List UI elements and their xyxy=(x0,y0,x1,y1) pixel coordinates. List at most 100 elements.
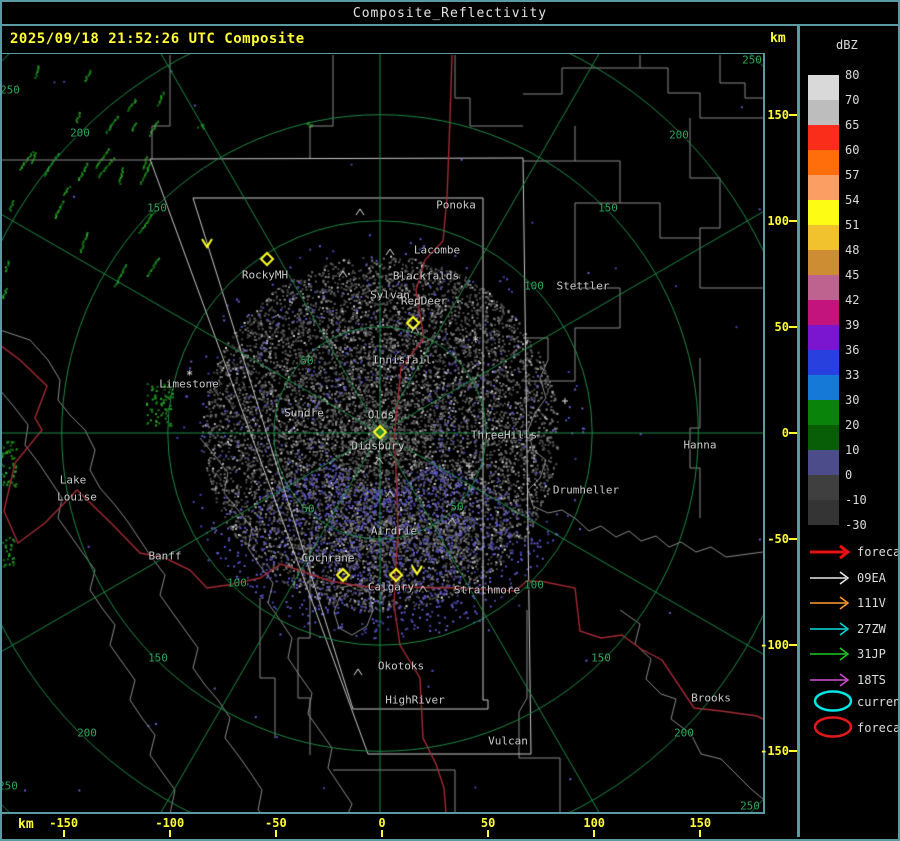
axis-tick xyxy=(381,830,383,837)
colorbar-swatch xyxy=(808,250,839,275)
colorbar-value: 45 xyxy=(845,268,859,282)
colorbar-swatch xyxy=(808,175,839,200)
legend-label: forecast xyxy=(857,545,900,559)
axis-tick xyxy=(789,326,797,328)
legend-label: 09EA xyxy=(857,571,886,585)
colorbar-swatch xyxy=(808,500,839,525)
map-row: 2502001501502002501005050501001001502002… xyxy=(2,53,797,814)
axis-tick xyxy=(275,830,277,837)
legend-label: 18TS xyxy=(857,673,886,687)
colorbar-value: 57 xyxy=(845,168,859,182)
y-axis-label: 50 xyxy=(775,320,789,334)
legend-label: 111V xyxy=(857,596,886,610)
colorbar-swatch xyxy=(808,350,839,375)
colorbar-swatch xyxy=(808,375,839,400)
colorbar-swatch xyxy=(808,325,839,350)
colorbar-value: 60 xyxy=(845,143,859,157)
colorbar-title: dBZ xyxy=(836,38,858,52)
y-axis-label: -100 xyxy=(760,638,789,652)
axis-tick xyxy=(789,432,797,434)
colorbar-value: 10 xyxy=(845,443,859,457)
colorbar-swatch xyxy=(808,100,839,125)
colorbar-value: 39 xyxy=(845,318,859,332)
colorbar-swatch xyxy=(808,200,839,225)
legend-label: forecast xyxy=(857,721,900,735)
colorbar-value: 70 xyxy=(845,93,859,107)
colorbar-value: 80 xyxy=(845,68,859,82)
y-axis-label: 150 xyxy=(767,108,789,122)
colorbar-value: 36 xyxy=(845,343,859,357)
x-axis-label: -100 xyxy=(155,816,184,830)
legend-item: forecast xyxy=(800,715,898,739)
axis-tick xyxy=(789,220,797,222)
colorbar-value: -30 xyxy=(845,518,867,532)
track-arrow-icon xyxy=(808,671,856,689)
map-section: 2025/09/18 21:52:26 UTC Composite km 250… xyxy=(2,26,797,837)
axis-tick xyxy=(487,830,489,837)
track-arrow-icon xyxy=(808,569,856,587)
legend-label: current xyxy=(857,695,900,709)
colorbar-value: 33 xyxy=(845,368,859,382)
colorbar-value: 54 xyxy=(845,193,859,207)
timestamp-bar: 2025/09/18 21:52:26 UTC Composite km xyxy=(2,26,797,53)
track-arrow-icon xyxy=(808,594,856,612)
colorbar-value: 65 xyxy=(845,118,859,132)
axis-tick xyxy=(789,538,797,540)
x-axis-unit-label: km xyxy=(18,817,34,832)
legend-item: forecast xyxy=(800,543,898,563)
colorbar-swatch xyxy=(808,300,839,325)
scale-legend-panel: dBZ 807065605754514845423936333020100-10… xyxy=(800,26,898,837)
colorbar-swatch xyxy=(808,275,839,300)
storm-ellipse-icon xyxy=(808,689,856,713)
colorbar-value: 48 xyxy=(845,243,859,257)
x-axis-label: 100 xyxy=(583,816,605,830)
colorbar-value: 42 xyxy=(845,293,859,307)
y-axis-unit-label: km xyxy=(770,31,786,46)
colorbar-value: -10 xyxy=(845,493,867,507)
axis-tick xyxy=(63,830,65,837)
colorbar-swatch xyxy=(808,425,839,450)
map-frame[interactable]: 2502001501502002501005050501001001502002… xyxy=(2,53,765,814)
x-axis-label: -50 xyxy=(265,816,287,830)
x-axis-label: 0 xyxy=(378,816,385,830)
axis-tick xyxy=(593,830,595,837)
y-axis-label: 100 xyxy=(767,214,789,228)
radar-app-window: Composite_Reflectivity 2025/09/18 21:52:… xyxy=(0,0,900,841)
colorbar-value: 51 xyxy=(845,218,859,232)
colorbar-swatch xyxy=(808,225,839,250)
colorbar-swatch xyxy=(808,125,839,150)
axis-tick xyxy=(169,830,171,837)
track-arrow-icon xyxy=(808,543,856,561)
radar-map-canvas[interactable] xyxy=(2,53,765,814)
y-axis-label: -150 xyxy=(760,744,789,758)
colorbar-swatch xyxy=(808,400,839,425)
axis-tick xyxy=(699,830,701,837)
track-arrow-icon xyxy=(808,620,856,638)
y-axis: 150100500-50-100-150 xyxy=(765,53,797,814)
legend-item: 18TS xyxy=(800,671,898,691)
x-axis-label: 150 xyxy=(689,816,711,830)
legend-item: current xyxy=(800,689,898,713)
colorbar-value: 30 xyxy=(845,393,859,407)
window-title: Composite_Reflectivity xyxy=(353,6,547,21)
legend-item: 31JP xyxy=(800,645,898,665)
y-axis-label: 0 xyxy=(782,426,789,440)
colorbar-value: 0 xyxy=(845,468,852,482)
track-arrow-icon xyxy=(808,645,856,663)
colorbar-swatch xyxy=(808,475,839,500)
colorbar-swatch xyxy=(808,75,839,100)
axis-tick xyxy=(789,644,797,646)
legend-item: 111V xyxy=(800,594,898,614)
legend-label: 27ZW xyxy=(857,622,886,636)
x-axis: km -150-100-50050100150 xyxy=(2,814,797,836)
y-axis-label: -50 xyxy=(767,532,789,546)
legend-item: 09EA xyxy=(800,569,898,589)
colorbar-swatch xyxy=(808,150,839,175)
storm-ellipse-icon xyxy=(808,715,856,739)
colorbar-swatch xyxy=(808,450,839,475)
timestamp-label: 2025/09/18 21:52:26 UTC Composite xyxy=(10,31,305,47)
window-titlebar[interactable]: Composite_Reflectivity xyxy=(2,2,898,26)
legend-item: 27ZW xyxy=(800,620,898,640)
window-content: 2025/09/18 21:52:26 UTC Composite km 250… xyxy=(2,26,898,837)
x-axis-label: -150 xyxy=(49,816,78,830)
